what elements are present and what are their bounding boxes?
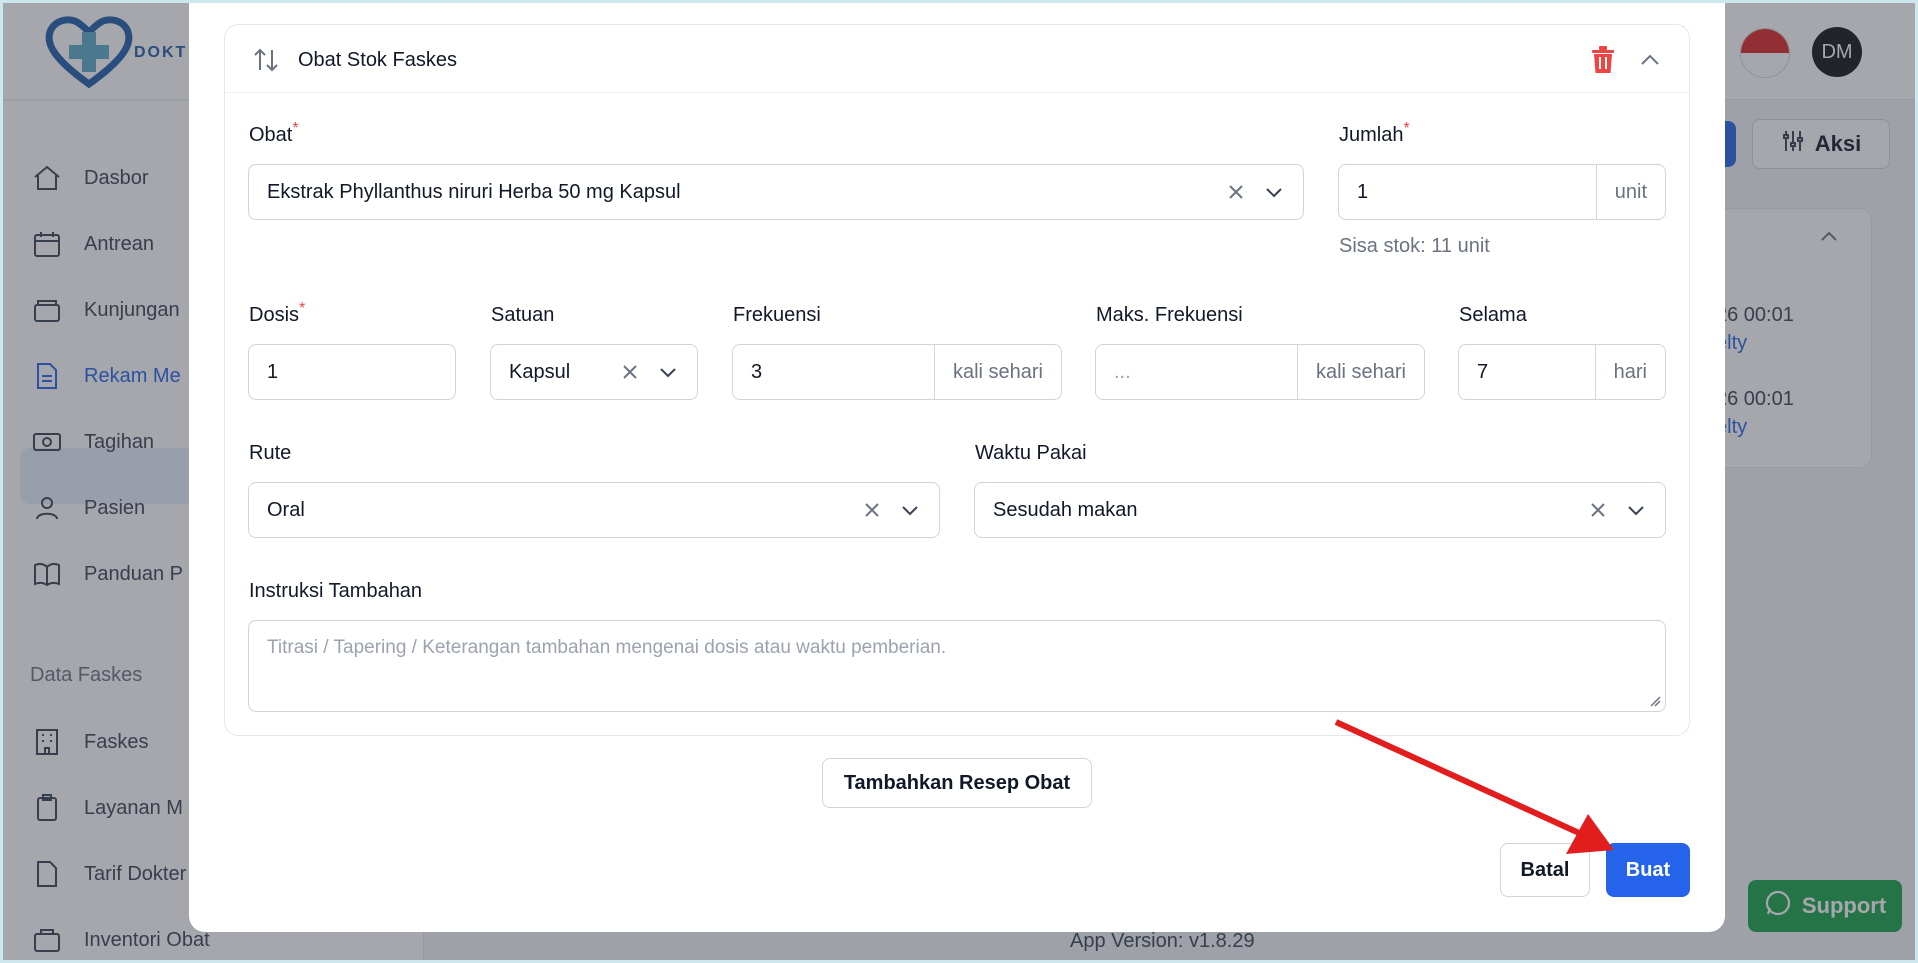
waktu-pakai-select[interactable]: Sesudah makan bbox=[974, 482, 1666, 538]
dosis-input[interactable]: 1 bbox=[248, 344, 456, 400]
chevron-down-icon[interactable] bbox=[1263, 181, 1285, 203]
jumlah-value[interactable]: 1 bbox=[1339, 181, 1596, 204]
selama-label: Selama bbox=[1459, 304, 1527, 326]
frekuensi-unit: kali sehari bbox=[933, 345, 1061, 399]
jumlah-input[interactable]: 1 unit bbox=[1338, 164, 1666, 220]
obat-value: Ekstrak Phyllanthus niruri Herba 50 mg K… bbox=[267, 180, 681, 203]
maks-frekuensi-unit: kali sehari bbox=[1296, 345, 1424, 399]
clear-icon[interactable] bbox=[619, 361, 641, 383]
frekuensi-label: Frekuensi bbox=[733, 304, 821, 326]
dosis-label: Dosis* bbox=[249, 300, 306, 326]
chevron-down-icon[interactable] bbox=[657, 361, 679, 383]
chevron-down-icon[interactable] bbox=[899, 499, 921, 521]
selama-unit: hari bbox=[1594, 345, 1665, 399]
dosis-value[interactable]: 1 bbox=[249, 361, 455, 384]
medicine-card-title: Obat Stok Faskes bbox=[298, 49, 457, 71]
satuan-value: Kapsul bbox=[509, 360, 571, 383]
obat-select[interactable]: Ekstrak Phyllanthus niruri Herba 50 mg K… bbox=[248, 164, 1304, 220]
instruksi-label: Instruksi Tambahan bbox=[249, 580, 423, 602]
rute-select[interactable]: Oral bbox=[248, 482, 940, 538]
satuan-label: Satuan bbox=[491, 304, 555, 326]
instruksi-textarea[interactable]: Titrasi / Tapering / Keterangan tambahan… bbox=[248, 620, 1666, 712]
jumlah-unit: unit bbox=[1595, 165, 1665, 219]
selama-value[interactable]: 7 bbox=[1459, 361, 1595, 384]
maks-frekuensi-label: Maks. Frekuensi bbox=[1096, 304, 1243, 326]
rute-label: Rute bbox=[249, 442, 292, 464]
jumlah-label: Jumlah* bbox=[1339, 120, 1410, 146]
obat-label: Obat* bbox=[249, 120, 299, 146]
medicine-card-header: Obat Stok Faskes bbox=[225, 25, 1689, 93]
clear-icon[interactable] bbox=[1225, 181, 1247, 203]
trash-icon[interactable] bbox=[1589, 45, 1617, 75]
chevron-up-icon[interactable] bbox=[1637, 47, 1663, 73]
sort-arrows-icon[interactable] bbox=[251, 45, 281, 75]
clear-icon[interactable] bbox=[861, 499, 883, 521]
frekuensi-value[interactable]: 3 bbox=[733, 361, 934, 384]
instruksi-placeholder: Titrasi / Tapering / Keterangan tambahan… bbox=[267, 637, 947, 658]
selama-input[interactable]: 7 hari bbox=[1458, 344, 1666, 400]
chevron-down-icon[interactable] bbox=[1625, 499, 1647, 521]
maks-frekuensi-input[interactable]: ... kali sehari bbox=[1095, 344, 1425, 400]
frekuensi-input[interactable]: 3 kali sehari bbox=[732, 344, 1062, 400]
satuan-select[interactable]: Kapsul bbox=[490, 344, 698, 400]
stock-hint: Sisa stok: 11 unit bbox=[1339, 235, 1490, 257]
waktu-pakai-label: Waktu Pakai bbox=[975, 442, 1087, 464]
add-prescription-button[interactable]: Tambahkan Resep Obat bbox=[822, 758, 1092, 808]
clear-icon[interactable] bbox=[1587, 499, 1609, 521]
waktu-pakai-value: Sesudah makan bbox=[993, 498, 1138, 521]
resize-handle-icon[interactable] bbox=[1649, 695, 1661, 707]
rute-value: Oral bbox=[267, 498, 305, 521]
maks-frekuensi-placeholder[interactable]: ... bbox=[1096, 361, 1297, 384]
annotation-arrow-icon bbox=[1334, 719, 1614, 854]
